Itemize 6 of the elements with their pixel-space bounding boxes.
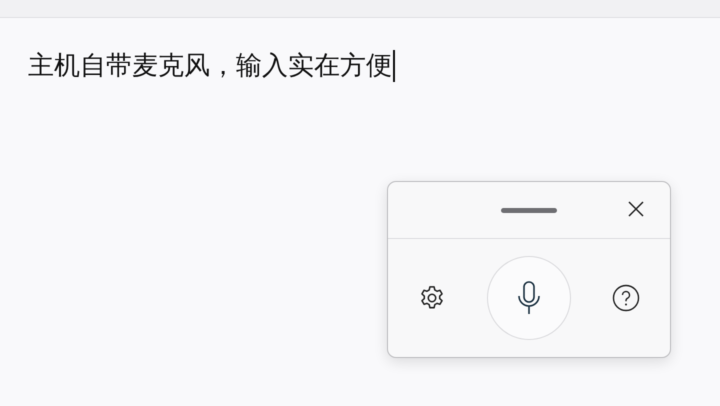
help-icon[interactable]	[612, 284, 640, 312]
document-text: 主机自带麦克风，输入实在方便	[28, 50, 392, 83]
drag-handle[interactable]	[501, 208, 557, 212]
microphone-icon	[516, 281, 542, 315]
text-cursor	[393, 50, 394, 82]
close-icon[interactable]	[628, 201, 644, 217]
